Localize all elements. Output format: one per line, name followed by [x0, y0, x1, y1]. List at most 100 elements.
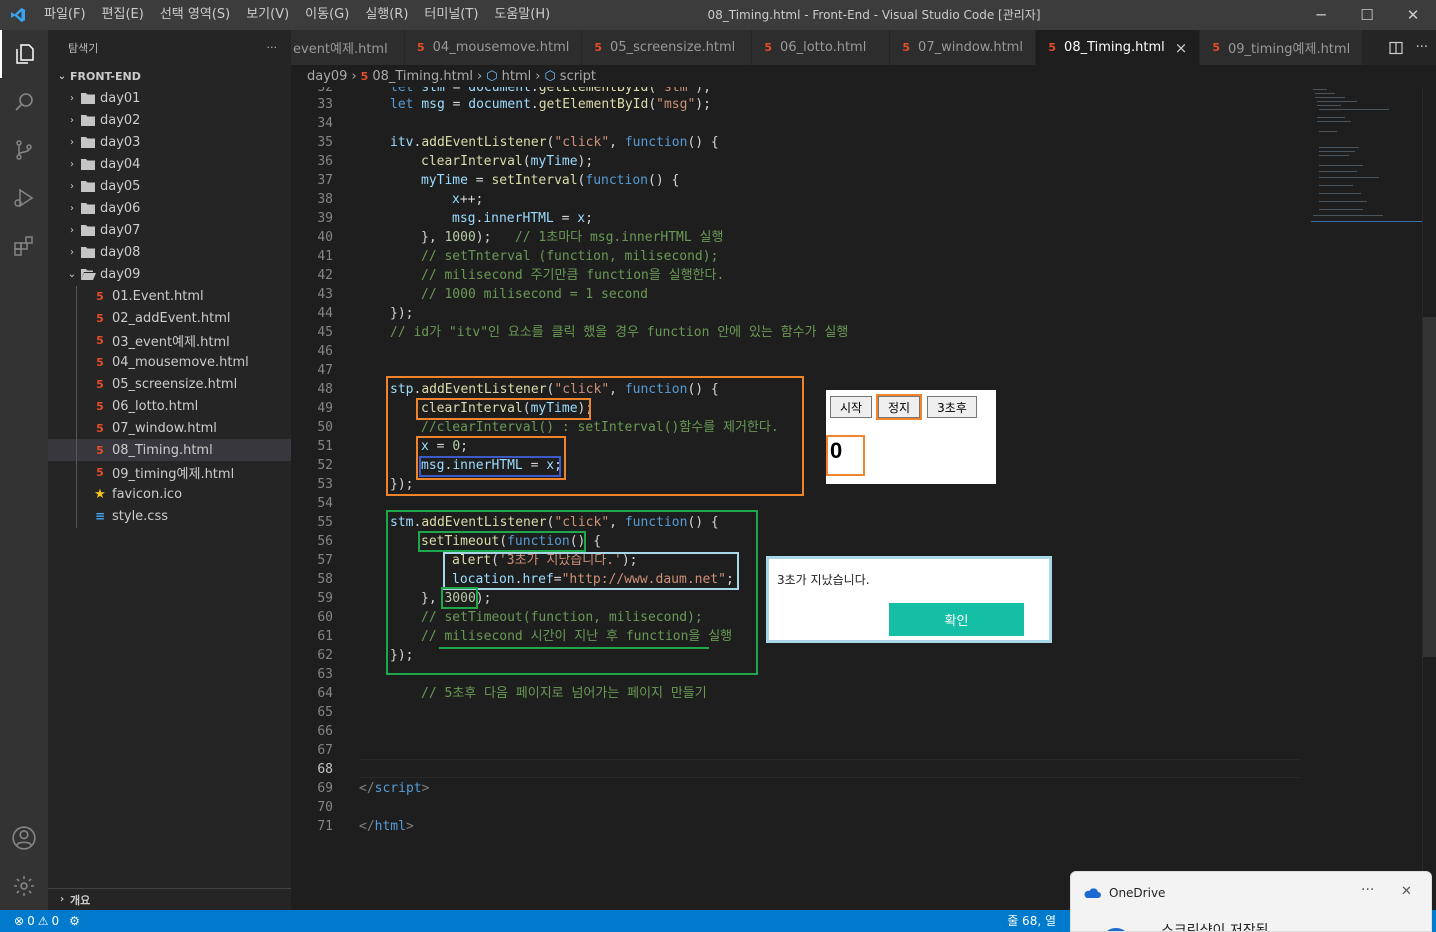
more-actions-icon[interactable]: ··· — [1416, 40, 1428, 55]
annotation-box-settimeout — [418, 531, 586, 552]
editor-tab[interactable]: 5 06_lotto.html — [752, 30, 891, 65]
menu-item[interactable]: 실행(R) — [357, 0, 416, 30]
preview-panel: 시작 정지 3초후 0 — [826, 390, 996, 484]
file-label: 06_lotto.html — [112, 398, 199, 414]
editor-tab[interactable]: event예제.html — [291, 30, 405, 65]
split-editor-icon[interactable] — [1388, 40, 1404, 56]
menu-item[interactable]: 파일(F) — [36, 0, 94, 30]
folder-day04[interactable]: › day04 — [48, 153, 291, 175]
menu-item[interactable]: 도움말(H) — [486, 0, 558, 30]
chevron-right-icon: › — [70, 114, 74, 126]
menu-item[interactable]: 보기(V) — [238, 0, 297, 30]
editor-tab[interactable]: 5 08_Timing.html × — [1036, 30, 1201, 65]
file-item[interactable]: 5 03_event예제.html — [48, 329, 291, 351]
folder-day06[interactable]: › day06 — [48, 197, 291, 219]
explorer-icon[interactable] — [0, 30, 48, 78]
minimap[interactable] — [1311, 87, 1422, 910]
file-item[interactable]: 5 06_lotto.html — [48, 395, 291, 417]
menu-item[interactable]: 터미널(T) — [416, 0, 486, 30]
folder-day07[interactable]: › day07 — [48, 219, 291, 241]
ok-button[interactable]: 확인 — [889, 603, 1024, 636]
editor-tab[interactable]: 5 07_window.html — [890, 30, 1037, 65]
file-label: 05_screensize.html — [112, 376, 238, 392]
scrollbar-thumb[interactable] — [1423, 317, 1436, 657]
breadcrumb-file[interactable]: 08_Timing.html — [372, 69, 473, 84]
remote-debug-icon[interactable]: ⚙ — [69, 914, 80, 928]
alert-message: 3초가 지났습니다. — [777, 573, 870, 587]
folder-day08[interactable]: › day08 — [48, 241, 291, 263]
after-3s-button[interactable]: 3초후 — [927, 396, 977, 418]
menu-item[interactable]: 선택 영역(S) — [152, 0, 238, 30]
file-item[interactable]: 5 07_window.html — [48, 417, 291, 439]
gear-icon[interactable] — [0, 862, 48, 910]
editor-tab[interactable]: 5 05_screensize.html — [582, 30, 753, 65]
file-item[interactable]: 5 04_mousemove.html — [48, 351, 291, 373]
start-button[interactable]: 시작 — [830, 396, 872, 418]
html-icon: 5 — [96, 443, 104, 457]
folder-label: day02 — [100, 112, 141, 128]
line-number: 70 — [317, 800, 333, 815]
file-item[interactable]: 5 01.Event.html — [48, 285, 291, 307]
annotation-box-clearinterval — [416, 398, 591, 420]
breadcrumb-folder[interactable]: day09 — [307, 69, 347, 84]
chevron-right-icon: › — [70, 246, 74, 258]
tab-label: 07_window.html — [918, 40, 1023, 55]
problems-indicator[interactable]: ⊗ 0 ⚠ 0 — [14, 914, 59, 928]
workspace-root[interactable]: ⌄ FRONT-END — [48, 65, 291, 87]
file-item[interactable]: 5 08_Timing.html — [48, 439, 291, 461]
line-number: 38 — [317, 192, 333, 207]
onedrive-cloud-icon — [1083, 886, 1101, 904]
file-item[interactable]: ★ favicon.ico — [48, 483, 291, 505]
symbol-icon: ⬡ — [486, 68, 498, 84]
line-number: 56 — [317, 534, 333, 549]
cursor-position[interactable]: 줄 68, 열 — [1007, 910, 1056, 932]
more-actions-icon[interactable]: ··· — [267, 41, 278, 54]
line-number: 47 — [317, 363, 333, 378]
file-label: style.css — [112, 508, 168, 524]
toast-more-icon[interactable]: ··· — [1361, 882, 1374, 898]
account-icon[interactable] — [0, 814, 48, 862]
tab-label: 09_timing예제.html — [1228, 42, 1351, 57]
extensions-icon[interactable] — [0, 222, 48, 270]
toast-close-icon[interactable]: ✕ — [1401, 884, 1412, 899]
code-line: 66 — [291, 722, 1311, 741]
menu-item[interactable]: 편집(E) — [94, 0, 152, 30]
folder-icon — [80, 156, 96, 172]
close-icon[interactable]: × — [1175, 39, 1188, 57]
code-text: // 5초후 다음 페이지로 넘어가는 페이지 만들기 — [421, 686, 707, 701]
line-number: 53 — [317, 477, 333, 492]
line-number: 52 — [317, 458, 333, 473]
minimize-icon[interactable]: ─ — [1298, 0, 1344, 30]
file-item[interactable]: ≡ style.css — [48, 505, 291, 527]
line-number: 61 — [317, 629, 333, 644]
folder-day09[interactable]: ⌄ day09 — [48, 263, 291, 285]
run-debug-icon[interactable] — [0, 174, 48, 222]
line-number: 50 — [317, 420, 333, 435]
html-icon: 5 — [96, 377, 104, 391]
folder-day05[interactable]: › day05 — [48, 175, 291, 197]
vertical-scrollbar[interactable] — [1422, 87, 1436, 910]
toast-circle-icon — [1101, 928, 1131, 931]
breadcrumb-html[interactable]: html — [502, 69, 532, 84]
breadcrumb-script[interactable]: script — [560, 69, 596, 84]
code-text: // 1000 milisecond = 1 second — [421, 287, 648, 302]
annotation-box-delay — [441, 587, 478, 609]
code-line: 42 // milisecond 주기만큼 function을 실행한다. — [291, 266, 1311, 285]
search-icon[interactable] — [0, 78, 48, 126]
code-editor[interactable]: 32 let stm = document.getElementById("stm… — [291, 87, 1311, 910]
outline-section[interactable]: › 개요 — [48, 888, 291, 910]
file-item[interactable]: 5 09_timing예제.html — [48, 461, 291, 483]
file-item[interactable]: 5 02_addEvent.html — [48, 307, 291, 329]
close-window-icon[interactable]: ✕ — [1390, 0, 1436, 30]
folder-icon — [80, 200, 96, 216]
folder-day02[interactable]: › day02 — [48, 109, 291, 131]
source-control-icon[interactable] — [0, 126, 48, 174]
maximize-icon[interactable]: ☐ — [1344, 0, 1390, 30]
file-item[interactable]: 5 05_screensize.html — [48, 373, 291, 395]
editor-tab[interactable]: 5 04_mousemove.html — [405, 30, 583, 65]
menu-bar: 파일(F) 편집(E) 선택 영역(S) 보기(V) 이동(G) 실행(R) 터미널(T) 도… — [36, 0, 558, 30]
folder-day01[interactable]: › day01 — [48, 87, 291, 109]
menu-item[interactable]: 이동(G) — [297, 0, 357, 30]
editor-tab[interactable]: 5 09_timing예제.html — [1200, 30, 1364, 65]
folder-day03[interactable]: › day03 — [48, 131, 291, 153]
